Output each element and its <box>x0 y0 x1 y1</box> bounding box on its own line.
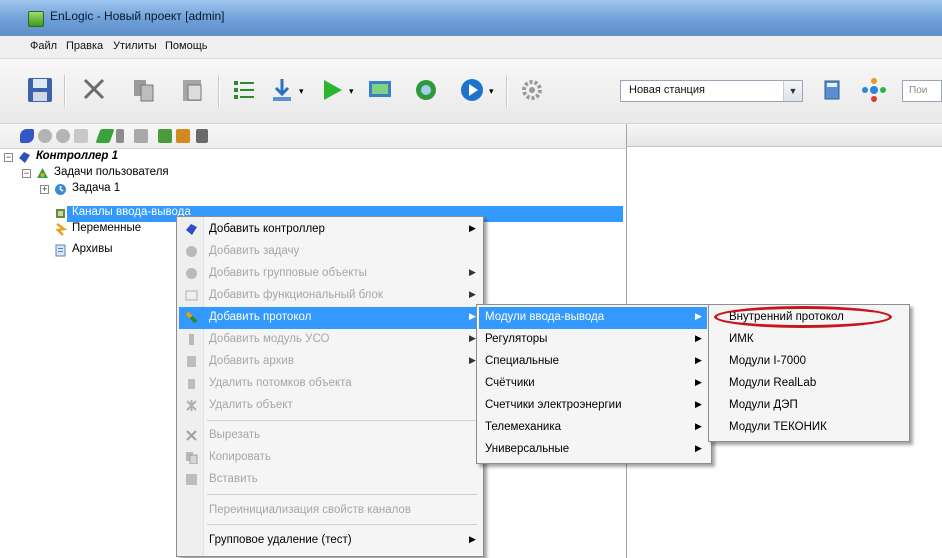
save-icon[interactable] <box>26 76 54 104</box>
menu-item-group-delete-test[interactable]: Групповое удаление (тест) ▶ <box>179 530 479 552</box>
monitor-icon[interactable] <box>366 76 394 104</box>
calculator-icon[interactable] <box>818 76 846 104</box>
delete-children-icon <box>188 379 195 389</box>
tree-item-io-channels[interactable]: Каналы ввода-вывода <box>72 206 191 222</box>
dropdown-arrow-icon[interactable]: ▾ <box>299 86 304 97</box>
cut-icon[interactable] <box>80 76 108 104</box>
menu-item-copy[interactable]: Копировать <box>179 447 479 469</box>
tree-item-archives[interactable]: Архивы <box>72 243 113 259</box>
delete-icon <box>186 400 197 411</box>
download-icon[interactable] <box>268 76 296 104</box>
archive-icon <box>187 356 196 367</box>
menu-item-add-archive[interactable]: Добавить архив ▶ <box>179 351 479 373</box>
app-icon <box>28 11 44 27</box>
menu-item-add-protocol[interactable]: Добавить протокол ▶ <box>179 307 479 329</box>
import-tool-icon[interactable] <box>158 129 172 143</box>
chevron-down-icon[interactable]: ▼ <box>783 81 802 101</box>
delete-tool-icon[interactable] <box>196 129 208 143</box>
archive-tool-icon[interactable] <box>134 129 148 143</box>
cut-icon <box>186 430 197 441</box>
menu-item-cut[interactable]: Вырезать <box>179 425 479 447</box>
dropdown-arrow-icon[interactable]: ▾ <box>349 86 354 97</box>
tree-item-user-tasks[interactable]: Задачи пользователя <box>54 166 169 182</box>
protocol-submenu: Модули ввода-вывода ▶ Регуляторы ▶ Специал… <box>476 304 712 464</box>
title-bar: EnLogic - Новый проект [admin] <box>0 0 942 36</box>
collapse-icon[interactable]: − <box>22 169 31 178</box>
submenu-item-tekonik[interactable]: Модули ТЕКОНИК <box>711 417 905 439</box>
controller-icon <box>19 152 30 163</box>
module-icon <box>189 334 194 345</box>
menu-item-reinit-channel-properties[interactable]: Переинициализация свойств каналов <box>179 500 479 522</box>
submenu-item-imk[interactable]: ИМК <box>711 329 905 351</box>
user-tasks-icon <box>37 168 48 178</box>
protocol-tool-icon[interactable] <box>95 129 115 143</box>
module-tool-icon[interactable] <box>116 129 124 143</box>
menu-item-add-controller[interactable]: Добавить контроллер ▶ <box>179 219 479 241</box>
dropdown-arrow-icon[interactable]: ▾ <box>489 86 494 97</box>
archives-icon <box>55 244 66 257</box>
menu-item-delete-object[interactable]: Удалить объект <box>179 395 479 417</box>
station-select[interactable]: Новая станция ▼ <box>620 80 803 102</box>
submenu-item-regulators[interactable]: Регуляторы ▶ <box>479 329 707 351</box>
gear-icon[interactable] <box>518 76 546 104</box>
menu-help[interactable]: Помощь <box>165 40 208 52</box>
menu-file[interactable]: Файл <box>30 40 57 52</box>
submenu-item-universal[interactable]: Универсальные ▶ <box>479 439 707 461</box>
paste-icon[interactable] <box>178 76 206 104</box>
properties-header <box>627 124 942 147</box>
submenu-item-energy-meters[interactable]: Счетчики электроэнергии ▶ <box>479 395 707 417</box>
controller-tool-icon[interactable] <box>20 129 34 143</box>
tree-item-variables[interactable]: Переменные <box>72 222 141 238</box>
menu-item-add-task[interactable]: Добавить задачу <box>179 241 479 263</box>
protocol-icon <box>185 311 198 324</box>
block-icon <box>185 290 198 301</box>
submenu-item-telemechanics[interactable]: Телемеханика ▶ <box>479 417 707 439</box>
green-icon[interactable] <box>412 76 440 104</box>
search-input[interactable]: Пои <box>902 80 942 102</box>
menu-utilities[interactable]: Утилиты <box>113 40 157 52</box>
menu-item-add-group-objects[interactable]: Добавить групповые объекты ▶ <box>179 263 479 285</box>
network-icon[interactable] <box>860 76 888 104</box>
main-toolbar: ▾ ▾ ▾ Новая станция ▼ Пои <box>0 59 942 124</box>
submenu-item-io-modules[interactable]: Модули ввода-вывода ▶ <box>479 307 707 329</box>
group-tool-icon[interactable] <box>56 129 70 143</box>
task-icon <box>186 246 197 257</box>
context-menu: Добавить контроллер ▶ Добавить задачу Доб… <box>176 216 484 557</box>
submenu-item-special[interactable]: Специальные ▶ <box>479 351 707 373</box>
block-tool-icon[interactable] <box>74 129 88 143</box>
submenu-item-counters[interactable]: Счётчики ▶ <box>479 373 707 395</box>
copy-icon[interactable] <box>130 76 158 104</box>
paste-icon <box>186 474 197 485</box>
menu-item-add-function-block[interactable]: Добавить функциональный блок ▶ <box>179 285 479 307</box>
circle-play-icon[interactable] <box>458 76 486 104</box>
window-title: EnLogic - Новый проект [admin] <box>50 9 225 23</box>
annotation-circle <box>714 306 892 328</box>
search-input-placeholder: Пои <box>909 85 928 96</box>
controller-icon <box>186 224 197 235</box>
tree-toolbar <box>0 124 626 149</box>
submenu-item-dep[interactable]: Модули ДЭП <box>711 395 905 417</box>
menu-item-add-io-module[interactable]: Добавить модуль УСО ▶ <box>179 329 479 351</box>
station-select-value: Новая станция <box>629 84 705 96</box>
submenu-item-reallab[interactable]: Модули RealLab <box>711 373 905 395</box>
gear-tool-icon[interactable] <box>38 129 52 143</box>
sort-tool-icon[interactable] <box>176 129 190 143</box>
expand-icon[interactable]: + <box>40 185 49 194</box>
variables-icon <box>55 223 67 236</box>
group-icon <box>186 268 197 279</box>
submenu-item-i7000[interactable]: Модули I-7000 <box>711 351 905 373</box>
menu-bar: Файл Правка Утилиты Помощь <box>0 36 942 59</box>
menu-item-delete-children[interactable]: Удалить потомков объекта <box>179 373 479 395</box>
collapse-icon[interactable]: − <box>4 153 13 162</box>
menu-edit[interactable]: Правка <box>66 40 103 52</box>
io-channels-icon <box>56 209 65 218</box>
play-icon[interactable] <box>318 76 346 104</box>
menu-item-paste[interactable]: Вставить <box>179 469 479 491</box>
tree-item-controller[interactable]: Контроллер 1 <box>36 150 118 166</box>
tree-item-task1[interactable]: Задача 1 <box>72 182 120 198</box>
copy-icon <box>186 452 198 464</box>
list-icon[interactable] <box>230 76 258 104</box>
task-icon <box>55 184 66 195</box>
